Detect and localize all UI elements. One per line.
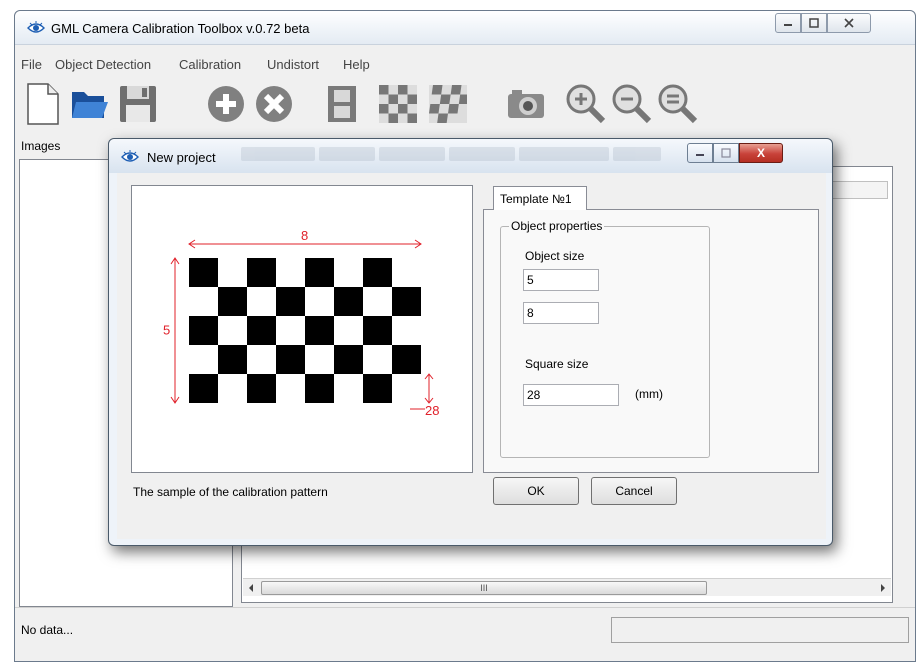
open-button[interactable]	[67, 79, 113, 129]
add-button[interactable]	[203, 79, 249, 129]
dialog-title: New project	[147, 150, 216, 165]
minimize-icon	[784, 24, 792, 26]
pattern-square	[218, 287, 247, 316]
dialog-close-button[interactable]: X	[739, 143, 783, 163]
pattern-square	[247, 316, 276, 345]
images-label: Images	[21, 139, 61, 153]
app-eye-icon	[27, 21, 45, 38]
distorted-checkerboard-icon	[429, 85, 467, 123]
zoom-fit-button[interactable]	[655, 79, 701, 129]
dialog-maximize-button[interactable]	[713, 143, 739, 163]
menu-undistort[interactable]: Undistort	[267, 57, 319, 72]
object-size-label: Object size	[525, 249, 585, 263]
zoom-out-icon	[612, 84, 652, 124]
pattern-square	[305, 316, 334, 345]
object-rows-input[interactable]	[523, 269, 599, 291]
pattern-square	[305, 374, 334, 403]
close-icon	[844, 18, 854, 28]
camera-icon	[508, 90, 544, 118]
close-button[interactable]	[827, 13, 871, 33]
minimize-button[interactable]	[775, 13, 801, 33]
square-size-label-mark: 28	[425, 403, 439, 418]
zoom-fit-icon	[658, 84, 698, 124]
menu-help[interactable]: Help	[343, 57, 370, 72]
pattern-square	[363, 316, 392, 345]
ok-button[interactable]: OK	[493, 477, 579, 505]
status-divider	[15, 607, 915, 608]
save-button[interactable]	[115, 79, 161, 129]
pattern-square	[189, 258, 218, 287]
horizontal-scrollbar[interactable]: III	[243, 578, 891, 596]
film-button[interactable]	[319, 79, 365, 129]
preview-caption: The sample of the calibration pattern	[133, 485, 328, 499]
zoom-out-button[interactable]	[609, 79, 655, 129]
maximize-icon	[721, 148, 731, 158]
menubar: File Object Detection Calibration Undist…	[15, 55, 915, 75]
object-cols-input[interactable]	[523, 302, 599, 324]
menu-calibration[interactable]: Calibration	[179, 57, 241, 72]
pattern-square	[392, 345, 421, 374]
pattern-square	[218, 345, 247, 374]
square-size-label: Square size	[525, 357, 589, 371]
square-size-input[interactable]	[523, 384, 619, 406]
template-tab-page: Object properties Object size Square siz…	[483, 209, 819, 473]
camera-button[interactable]	[503, 79, 549, 129]
menu-object-detection[interactable]: Object Detection	[55, 57, 151, 72]
window-title: GML Camera Calibration Toolbox v.0.72 be…	[51, 21, 310, 36]
scroll-left-icon[interactable]	[247, 583, 255, 593]
dialog-titlebar: New project X	[109, 139, 832, 173]
cols-label: 8	[301, 228, 308, 243]
titlebar: GML Camera Calibration Toolbox v.0.72 be…	[15, 11, 915, 45]
tab-template-1[interactable]: Template №1	[493, 186, 587, 210]
scroll-right-icon[interactable]	[879, 583, 887, 593]
pattern-square	[189, 374, 218, 403]
checkerboard-icon	[379, 85, 417, 123]
new-project-dialog: New project X 8 5 28 The sample of the cal…	[108, 138, 833, 546]
zoom-in-icon	[566, 84, 606, 124]
rows-label: 5	[163, 323, 170, 338]
open-folder-icon	[72, 92, 108, 118]
dialog-body: 8 5 28 The sample of the calibration patte…	[117, 173, 826, 539]
checkerboard-button[interactable]	[375, 79, 421, 129]
save-icon	[120, 86, 156, 122]
minimize-icon	[696, 154, 704, 156]
object-properties-group: Object properties Object size Square siz…	[500, 219, 710, 458]
pattern-square	[305, 258, 334, 287]
pattern-square	[363, 374, 392, 403]
toolbar	[15, 77, 915, 135]
calibration-pattern: 8 5 28	[163, 228, 439, 418]
pattern-square	[392, 287, 421, 316]
object-properties-label: Object properties	[509, 219, 605, 233]
new-file-icon	[27, 83, 59, 125]
remove-button[interactable]	[251, 79, 297, 129]
maximize-button[interactable]	[801, 13, 827, 33]
ghost-tabs	[241, 147, 671, 165]
distorted-checkerboard-button[interactable]	[425, 79, 471, 129]
zoom-in-button[interactable]	[563, 79, 609, 129]
pattern-square	[276, 345, 305, 374]
pattern-square	[247, 258, 276, 287]
pattern-square	[247, 374, 276, 403]
pattern-square	[363, 258, 392, 287]
status-progress	[611, 617, 909, 643]
menu-file[interactable]: File	[21, 57, 42, 72]
pattern-preview: 8 5 28	[131, 185, 473, 473]
square-unit-label: (mm)	[635, 387, 663, 401]
pattern-square	[276, 287, 305, 316]
maximize-icon	[809, 18, 819, 28]
pattern-square	[189, 316, 218, 345]
dialog-eye-icon	[121, 150, 139, 167]
pattern-square	[334, 345, 363, 374]
pattern-square	[334, 287, 363, 316]
new-file-button[interactable]	[19, 79, 65, 129]
film-icon	[328, 86, 356, 122]
remove-icon	[256, 86, 292, 122]
status-text: No data...	[21, 623, 74, 637]
scroll-thumb[interactable]: III	[261, 581, 707, 595]
dialog-minimize-button[interactable]	[687, 143, 713, 163]
add-icon	[208, 86, 244, 122]
cancel-button[interactable]: Cancel	[591, 477, 677, 505]
